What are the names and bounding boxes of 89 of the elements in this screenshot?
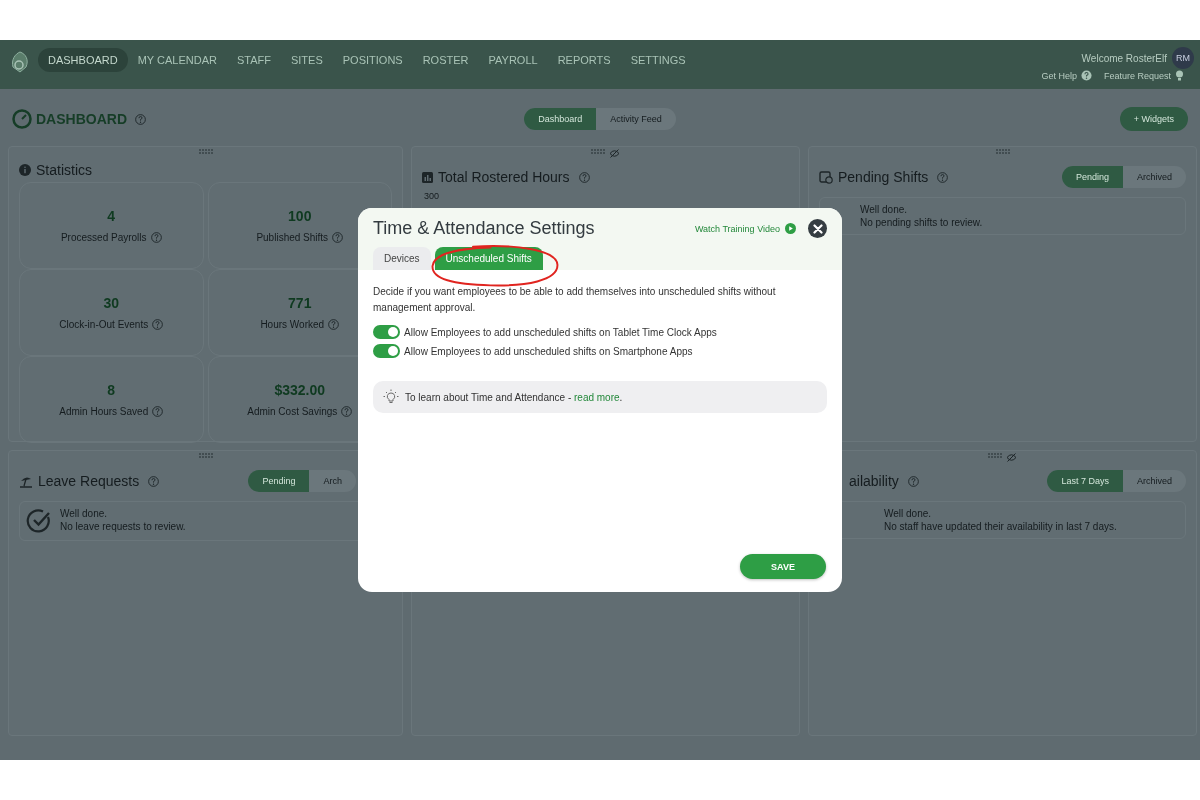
user-avatar[interactable]: RM [1172,47,1194,69]
eye-off-icon[interactable] [1006,453,1017,462]
info-icon [19,164,31,176]
help-icon[interactable] [135,113,146,125]
stat-value: 30 [103,295,120,311]
dashboard-icon [12,109,32,129]
card-title: Total Rostered Hours [438,169,570,185]
message-text: No leave requests to review. [60,521,186,532]
help-icon[interactable] [332,232,344,243]
drag-handle-icon[interactable] [988,453,1002,458]
stat-label: Published Shifts [256,232,329,243]
card-title: ailability [849,473,899,489]
nav-item[interactable]: PAYROLL [478,48,548,72]
dialog-title: Time & Attendance Settings [373,218,595,239]
save-button[interactable]: SAVE [740,554,826,579]
calendar-clock-icon [819,170,833,184]
close-button[interactable] [808,219,827,238]
message-text: Well done. [860,204,909,215]
filter-tab[interactable]: Archived [1123,470,1186,492]
stat-label: Hours Worked [260,319,325,330]
help-icon[interactable] [328,319,340,330]
description-text: Decide if you want employees to be able to add themselves into unscheduled shifts without management approval. [373,285,777,315]
stat-value: 771 [288,295,312,311]
stat-label: Clock-in-Out Events [59,319,149,330]
tip-text: To learn about Time and Attendance - read more. [405,391,623,403]
dialog-tab[interactable]: Devices [373,247,431,270]
stat-label: Admin Cost Savings [247,406,338,417]
nav-item[interactable]: ROSTER [412,48,479,72]
nav-item[interactable]: SETTINGS [620,48,696,72]
check-circle-icon [26,508,52,534]
filter-tab[interactable]: Pending [1061,166,1123,188]
stat-value: $332.00 [274,382,326,398]
filter-tab[interactable]: Archived [1123,166,1186,188]
message-text: Well done. [884,508,933,519]
help-icon[interactable] [578,171,590,183]
toggle-label: Allow Employees to add unscheduled shifts on Smartphone Apps [404,345,693,357]
filter-tab[interactable]: Pending [248,470,310,492]
nav-item[interactable]: DASHBOARD [38,48,128,72]
toggle-switch[interactable] [373,344,400,358]
help-icon[interactable] [152,319,164,330]
nav-item[interactable]: STAFF [226,48,281,72]
page-title: DASHBOARD [36,111,127,127]
help-icon[interactable] [907,475,919,487]
card-title: Pending Shifts [838,169,929,185]
drag-handle-icon[interactable] [198,453,213,458]
axis-tick-label: 300 [424,191,441,201]
nav-item[interactable]: REPORTS [547,48,621,72]
view-tab[interactable]: Activity Feed [596,108,676,130]
help-icon[interactable] [150,232,162,243]
welcome-text: Welcome RosterElf [1081,52,1167,64]
stat-label: Admin Hours Saved [59,406,149,417]
card-title: Statistics [36,162,92,178]
nav-item[interactable]: SITES [280,48,333,72]
filter-tab[interactable]: Last 7 Days [1047,470,1123,492]
drag-handle-icon[interactable] [995,149,1010,154]
toggle-label: Allow Employees to add unscheduled shifts on Tablet Time Clock Apps [404,326,717,338]
eye-off-icon[interactable] [609,149,620,158]
help-icon[interactable] [341,406,353,417]
help-icon[interactable] [152,406,164,417]
lightbulb-icon[interactable] [1175,70,1184,81]
feature-request-link[interactable]: Feature Request [1103,70,1171,81]
message-text: No staff have updated their availability in last 7 days. [884,521,1117,532]
training-video-link[interactable]: Watch Training Video [694,223,780,234]
help-link[interactable]: Get Help [1041,70,1077,81]
stat-value: 100 [288,208,312,224]
stat-value: 8 [107,382,116,398]
beach-umbrella-icon [19,474,33,488]
card-title: Leave Requests [38,473,140,489]
help-icon[interactable] [937,171,949,183]
close-icon [812,223,823,234]
dialog-tab[interactable]: Unscheduled Shifts [434,247,543,270]
read-more-link[interactable]: read more [574,391,620,403]
filter-tab[interactable]: Arch [309,470,356,492]
help-icon[interactable] [1080,70,1092,81]
stat-value: 4 [107,208,116,224]
lightbulb-icon [383,389,399,405]
view-tab[interactable]: Dashboard [524,108,597,130]
nav-item[interactable]: POSITIONS [332,48,413,72]
add-widgets-button[interactable]: + Widgets [1119,107,1188,131]
drag-handle-icon[interactable] [198,149,213,154]
stat-label: Processed Payrolls [60,232,147,243]
nav-item[interactable]: MY CALENDAR [127,48,227,72]
bar-chart-icon [422,171,433,183]
message-text: No pending shifts to review. [860,217,983,228]
play-icon[interactable] [785,223,796,234]
toggle-switch[interactable] [373,325,400,339]
help-icon[interactable] [148,475,160,487]
drag-handle-icon[interactable] [591,149,605,154]
message-text: Well done. [60,508,109,519]
